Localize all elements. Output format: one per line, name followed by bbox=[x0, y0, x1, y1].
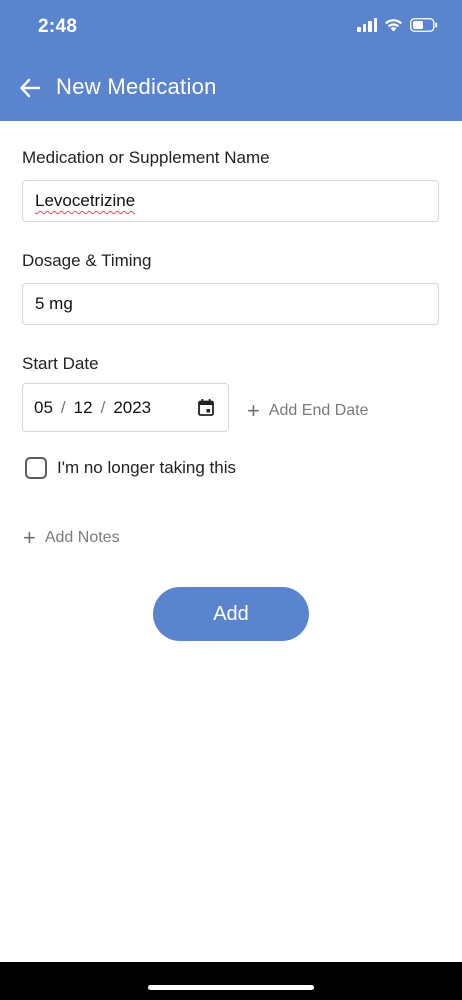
plus-icon: + bbox=[23, 525, 36, 550]
date-separator: / bbox=[100, 397, 106, 417]
no-longer-taking-toggle[interactable]: I'm no longer taking this bbox=[25, 457, 236, 479]
home-indicator[interactable] bbox=[148, 985, 314, 990]
add-notes-button[interactable]: + Add Notes bbox=[23, 527, 120, 549]
date-month[interactable]: 05 bbox=[34, 398, 53, 418]
medication-name-value: Levocetrizine bbox=[35, 191, 136, 210]
date-day[interactable]: 12 bbox=[74, 398, 93, 418]
no-longer-taking-checkbox[interactable] bbox=[25, 457, 47, 479]
status-icons bbox=[357, 18, 438, 32]
medication-name-input[interactable]: Levocetrizine bbox=[22, 180, 439, 222]
add-notes-label: Add Notes bbox=[44, 529, 120, 546]
cellular-signal-icon bbox=[357, 18, 377, 32]
status-bar: 2:48 bbox=[0, 0, 462, 56]
add-end-date-button[interactable]: + Add End Date bbox=[247, 400, 368, 422]
back-button[interactable] bbox=[14, 72, 46, 104]
plus-icon: + bbox=[247, 398, 260, 423]
add-button[interactable]: Add bbox=[153, 587, 309, 641]
add-end-date-label: Add End Date bbox=[268, 402, 369, 419]
app-header: 2:48 New Medication bbox=[0, 0, 462, 121]
start-date-label: Start Date bbox=[22, 354, 99, 373]
nav-bar: New Medication bbox=[0, 56, 462, 121]
calendar-icon[interactable] bbox=[198, 399, 214, 416]
wifi-icon bbox=[385, 19, 402, 32]
status-time: 2:48 bbox=[38, 16, 78, 37]
start-date-input[interactable]: 05 / 12 / 2023 bbox=[22, 383, 229, 432]
dosage-label: Dosage & Timing bbox=[22, 251, 152, 270]
date-separator: / bbox=[60, 397, 66, 417]
dosage-input[interactable]: 5 mg bbox=[22, 283, 439, 325]
no-longer-taking-label: I'm no longer taking this bbox=[57, 458, 237, 477]
battery-icon bbox=[410, 18, 438, 32]
arrow-left-icon bbox=[20, 78, 41, 98]
page-title: New Medication bbox=[56, 74, 217, 99]
date-year[interactable]: 2023 bbox=[113, 398, 151, 418]
bottom-bar bbox=[0, 962, 462, 1000]
medication-name-label: Medication or Supplement Name bbox=[22, 148, 270, 167]
dosage-value: 5 mg bbox=[35, 294, 73, 313]
